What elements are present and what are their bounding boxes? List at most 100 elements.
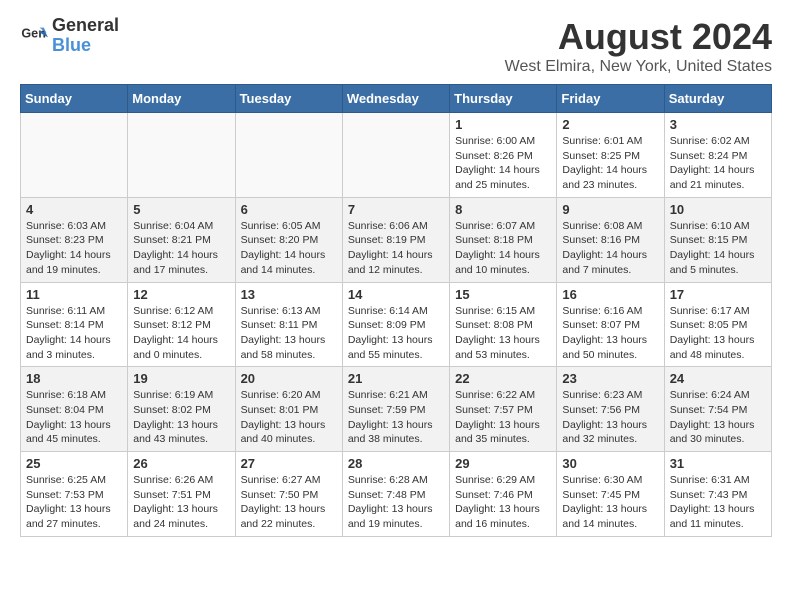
header-tuesday: Tuesday (235, 85, 342, 113)
day-cell: 16Sunrise: 6:16 AM Sunset: 8:07 PM Dayli… (557, 282, 664, 367)
day-number: 30 (562, 456, 658, 471)
week-row-1: 1 Sunrise: 6:00 AM Sunset: 8:26 PM Daylig… (21, 113, 772, 198)
logo-icon: Gen (20, 22, 48, 50)
day-number: 22 (455, 371, 551, 386)
day-info: Sunrise: 6:16 AM Sunset: 8:07 PM Dayligh… (562, 304, 658, 363)
day-cell: 6 Sunrise: 6:05 AM Sunset: 8:20 PM Daylig… (235, 197, 342, 282)
day-cell (342, 113, 449, 198)
day-number: 20 (241, 371, 337, 386)
day-cell (235, 113, 342, 198)
day-cell: 23 Sunrise: 6:23 AM Sunset: 7:56 PM Dayli… (557, 367, 664, 452)
day-cell: 5 Sunrise: 6:04 AM Sunset: 8:21 PM Daylig… (128, 197, 235, 282)
day-number: 9 (562, 202, 658, 217)
header-friday: Friday (557, 85, 664, 113)
day-cell (21, 113, 128, 198)
day-info: Sunrise: 6:13 AM Sunset: 8:11 PM Dayligh… (241, 304, 337, 363)
day-cell (128, 113, 235, 198)
title-section: August 2024 West Elmira, New York, Unite… (505, 16, 772, 76)
month-title: August 2024 (505, 16, 772, 58)
day-cell: 25 Sunrise: 6:25 AM Sunset: 7:53 PM Dayli… (21, 452, 128, 537)
day-number: 23 (562, 371, 658, 386)
day-cell: 11Sunrise: 6:11 AM Sunset: 8:14 PM Dayli… (21, 282, 128, 367)
day-cell: 28Sunrise: 6:28 AM Sunset: 7:48 PM Dayli… (342, 452, 449, 537)
day-cell: 21Sunrise: 6:21 AM Sunset: 7:59 PM Dayli… (342, 367, 449, 452)
day-info: Sunrise: 6:22 AM Sunset: 7:57 PM Dayligh… (455, 388, 551, 447)
header-monday: Monday (128, 85, 235, 113)
day-cell: 14 Sunrise: 6:14 AM Sunset: 8:09 PM Dayli… (342, 282, 449, 367)
day-info: Sunrise: 6:25 AM Sunset: 7:53 PM Dayligh… (26, 473, 122, 532)
day-number: 17 (670, 287, 766, 302)
day-number: 18 (26, 371, 122, 386)
day-info: Sunrise: 6:04 AM Sunset: 8:21 PM Dayligh… (133, 219, 229, 278)
day-cell: 7 Sunrise: 6:06 AM Sunset: 8:19 PM Daylig… (342, 197, 449, 282)
day-info: Sunrise: 6:06 AM Sunset: 8:19 PM Dayligh… (348, 219, 444, 278)
day-cell: 26 Sunrise: 6:26 AM Sunset: 7:51 PM Dayli… (128, 452, 235, 537)
week-row-5: 25 Sunrise: 6:25 AM Sunset: 7:53 PM Dayli… (21, 452, 772, 537)
logo-text-line2: Blue (52, 36, 119, 56)
day-cell: 24 Sunrise: 6:24 AM Sunset: 7:54 PM Dayli… (664, 367, 771, 452)
day-info: Sunrise: 6:12 AM Sunset: 8:12 PM Dayligh… (133, 304, 229, 363)
day-cell: 29 Sunrise: 6:29 AM Sunset: 7:46 PM Dayli… (450, 452, 557, 537)
day-number: 12 (133, 287, 229, 302)
header-wednesday: Wednesday (342, 85, 449, 113)
day-number: 7 (348, 202, 444, 217)
day-number: 10 (670, 202, 766, 217)
header-thursday: Thursday (450, 85, 557, 113)
day-number: 28 (348, 456, 444, 471)
logo-text-line1: General (52, 16, 119, 36)
day-number: 21 (348, 371, 444, 386)
day-cell: 1 Sunrise: 6:00 AM Sunset: 8:26 PM Daylig… (450, 113, 557, 198)
day-number: 26 (133, 456, 229, 471)
day-info: Sunrise: 6:00 AM Sunset: 8:26 PM Dayligh… (455, 134, 551, 193)
week-row-2: 4Sunrise: 6:03 AM Sunset: 8:23 PM Daylig… (21, 197, 772, 282)
day-number: 6 (241, 202, 337, 217)
day-number: 1 (455, 117, 551, 132)
day-number: 5 (133, 202, 229, 217)
day-number: 24 (670, 371, 766, 386)
day-cell: 30Sunrise: 6:30 AM Sunset: 7:45 PM Dayli… (557, 452, 664, 537)
location-title: West Elmira, New York, United States (505, 58, 772, 76)
day-info: Sunrise: 6:15 AM Sunset: 8:08 PM Dayligh… (455, 304, 551, 363)
day-cell: 27 Sunrise: 6:27 AM Sunset: 7:50 PM Dayli… (235, 452, 342, 537)
day-info: Sunrise: 6:11 AM Sunset: 8:14 PM Dayligh… (26, 304, 122, 363)
week-row-3: 11Sunrise: 6:11 AM Sunset: 8:14 PM Dayli… (21, 282, 772, 367)
day-number: 14 (348, 287, 444, 302)
calendar-table: SundayMondayTuesdayWednesdayThursdayFrid… (20, 84, 772, 537)
day-info: Sunrise: 6:27 AM Sunset: 7:50 PM Dayligh… (241, 473, 337, 532)
day-cell: 13Sunrise: 6:13 AM Sunset: 8:11 PM Dayli… (235, 282, 342, 367)
day-cell: 8 Sunrise: 6:07 AM Sunset: 8:18 PM Daylig… (450, 197, 557, 282)
header: Gen General Blue August 2024 West Elmira… (20, 16, 772, 76)
day-number: 15 (455, 287, 551, 302)
week-row-4: 18Sunrise: 6:18 AM Sunset: 8:04 PM Dayli… (21, 367, 772, 452)
day-info: Sunrise: 6:10 AM Sunset: 8:15 PM Dayligh… (670, 219, 766, 278)
day-info: Sunrise: 6:08 AM Sunset: 8:16 PM Dayligh… (562, 219, 658, 278)
day-number: 8 (455, 202, 551, 217)
day-cell: 20Sunrise: 6:20 AM Sunset: 8:01 PM Dayli… (235, 367, 342, 452)
day-number: 29 (455, 456, 551, 471)
header-saturday: Saturday (664, 85, 771, 113)
day-cell: 9 Sunrise: 6:08 AM Sunset: 8:16 PM Daylig… (557, 197, 664, 282)
day-number: 25 (26, 456, 122, 471)
day-cell: 15 Sunrise: 6:15 AM Sunset: 8:08 PM Dayli… (450, 282, 557, 367)
day-info: Sunrise: 6:05 AM Sunset: 8:20 PM Dayligh… (241, 219, 337, 278)
day-cell: 4Sunrise: 6:03 AM Sunset: 8:23 PM Daylig… (21, 197, 128, 282)
day-cell: 12 Sunrise: 6:12 AM Sunset: 8:12 PM Dayli… (128, 282, 235, 367)
day-number: 19 (133, 371, 229, 386)
day-info: Sunrise: 6:23 AM Sunset: 7:56 PM Dayligh… (562, 388, 658, 447)
day-info: Sunrise: 6:24 AM Sunset: 7:54 PM Dayligh… (670, 388, 766, 447)
day-cell: 31 Sunrise: 6:31 AM Sunset: 7:43 PM Dayli… (664, 452, 771, 537)
day-info: Sunrise: 6:02 AM Sunset: 8:24 PM Dayligh… (670, 134, 766, 193)
day-info: Sunrise: 6:14 AM Sunset: 8:09 PM Dayligh… (348, 304, 444, 363)
day-info: Sunrise: 6:07 AM Sunset: 8:18 PM Dayligh… (455, 219, 551, 278)
day-info: Sunrise: 6:31 AM Sunset: 7:43 PM Dayligh… (670, 473, 766, 532)
day-cell: 18Sunrise: 6:18 AM Sunset: 8:04 PM Dayli… (21, 367, 128, 452)
header-sunday: Sunday (21, 85, 128, 113)
day-cell: 2Sunrise: 6:01 AM Sunset: 8:25 PM Daylig… (557, 113, 664, 198)
day-number: 4 (26, 202, 122, 217)
day-number: 3 (670, 117, 766, 132)
day-info: Sunrise: 6:29 AM Sunset: 7:46 PM Dayligh… (455, 473, 551, 532)
day-cell: 19Sunrise: 6:19 AM Sunset: 8:02 PM Dayli… (128, 367, 235, 452)
day-info: Sunrise: 6:26 AM Sunset: 7:51 PM Dayligh… (133, 473, 229, 532)
day-number: 31 (670, 456, 766, 471)
day-number: 27 (241, 456, 337, 471)
